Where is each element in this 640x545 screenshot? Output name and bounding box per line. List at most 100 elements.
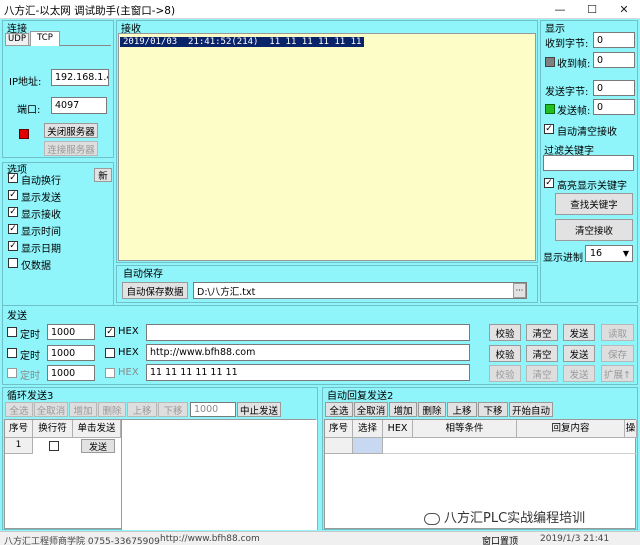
receive-textarea[interactable]: 2019/01/03 21:41:52(214) 11 11 11 11 11 … [118,33,536,261]
reply-row-select-cell[interactable] [353,438,383,454]
clear-button-2[interactable]: 清空 [526,345,558,362]
save-button[interactable]: 保存 [601,345,634,362]
receive-line[interactable]: 2019/01/03 21:41:52(214) 11 11 11 11 11 … [120,37,365,47]
status-bar: 八方汇工程师商学院 0755-33675909 http://www.bfh88… [0,531,640,545]
autosave-data-button[interactable]: 自动保存数据 [122,282,188,299]
loop-grid: 序号 换行符 单击发送 1 发送 [4,419,317,530]
tab-udp[interactable]: UDP [5,33,29,46]
highlight-checkbox[interactable]: ✓ [544,178,554,188]
connect-server-button[interactable]: 连接服务器 [44,141,98,156]
send-button-1[interactable]: 发送 [563,324,595,341]
loop-delete-button[interactable]: 删除 [98,402,126,417]
browse-button[interactable]: ··· [513,283,526,298]
timed-label-1: 定时 [20,330,40,341]
send-title: 发送 [7,311,27,322]
loop-row-index: 1 [5,438,33,454]
reply-move-down-button[interactable]: 下移 [478,402,508,417]
check-icon: ✓ [545,178,553,188]
display-panel: 显示 收到字节: 0 收到帧: 0 发送字节: 0 发送帧: 0 ✓ 自动清空接… [540,20,638,303]
send-text-1[interactable] [146,324,470,341]
highlight-label: 高亮显示关键字 [557,181,627,192]
auto-reply-title: 自动回复发送2 [327,391,394,402]
reply-delete-button[interactable]: 删除 [418,402,446,417]
minimize-button[interactable]: — [544,0,576,19]
reply-move-up-button[interactable]: 上移 [447,402,477,417]
loop-move-down-button[interactable]: 下移 [158,402,188,417]
wechat-icon [424,512,440,525]
interval-input-2[interactable]: 1000 [47,345,95,361]
reply-select-all-button[interactable]: 全选 [325,402,353,417]
check-button-1[interactable]: 校验 [489,324,521,341]
interval-input-1[interactable]: 1000 [47,324,95,340]
reply-deselect-all-button[interactable]: 全取消 [354,402,388,417]
timed-checkbox-1[interactable] [7,327,17,337]
col-action: 操 [625,420,637,438]
port-input[interactable]: 4097 [51,97,107,114]
timed-checkbox-2[interactable] [7,348,17,358]
send-button-2[interactable]: 发送 [563,345,595,362]
send-button-3[interactable]: 发送 [563,365,595,382]
option-checkbox-data-only[interactable] [8,258,18,268]
clear-receive-button[interactable]: 清空接收 [555,219,633,241]
radix-select[interactable]: 16 ▼ [585,245,633,262]
recv-bytes-value: 0 [593,32,635,48]
filter-input[interactable] [543,155,634,171]
loop-interval-input[interactable]: 1000 [190,402,236,417]
loop-row-send-button[interactable]: 发送 [81,439,115,453]
loop-add-button[interactable]: 增加 [69,402,97,417]
option-checkbox-show-date[interactable]: ✓ [8,241,18,251]
radix-label: 显示进制 [543,253,583,264]
auto-clear-checkbox[interactable]: ✓ [544,124,554,134]
option-checkbox-show-recv[interactable]: ✓ [8,207,18,217]
send-frame-indicator [545,104,555,114]
stop-send-button[interactable]: 中止发送 [237,402,281,417]
check-icon: ✓ [9,224,17,234]
clear-button-1[interactable]: 清空 [526,324,558,341]
tab-tcp[interactable]: TCP [30,31,60,46]
status-url[interactable]: http://www.bfh88.com [160,534,260,544]
autosave-title: 自动保存 [123,269,163,280]
ip-input[interactable]: 192.168.1.4 [51,69,109,86]
loop-select-all-button[interactable]: 全选 [5,402,33,417]
find-keyword-button[interactable]: 查找关键字 [555,193,633,215]
timed-checkbox-3[interactable] [7,368,17,378]
hex-checkbox-3[interactable] [105,368,115,378]
hex-checkbox-2[interactable] [105,348,115,358]
reply-row[interactable] [383,438,637,454]
interval-input-3[interactable]: 1000 [47,365,95,381]
hex-checkbox-1[interactable]: ✓ [105,327,115,337]
check-button-3[interactable]: 校验 [489,365,521,382]
loop-newline-checkbox[interactable] [49,441,59,451]
col-index: 序号 [5,420,33,438]
send-text-2[interactable]: http://www.bfh88.com [146,344,470,361]
option-checkbox-wrap[interactable]: ✓ [8,173,18,183]
col-select: 选择 [353,420,383,438]
receive-panel: 接收 2019/01/03 21:41:52(214) 11 11 11 11 … [116,20,538,263]
clear-button-3[interactable]: 清空 [526,365,558,382]
option-checkbox-show-send[interactable]: ✓ [8,190,18,200]
recv-frame-indicator [545,57,555,67]
close-server-button[interactable]: 关闭服务器 [44,123,98,138]
option-checkbox-show-time[interactable]: ✓ [8,224,18,234]
read-button[interactable]: 读取 [601,324,634,341]
send-text-3[interactable]: 11 11 11 11 11 11 [146,364,470,381]
loop-deselect-all-button[interactable]: 全取消 [34,402,68,417]
check-button-2[interactable]: 校验 [489,345,521,362]
autosave-panel: 自动保存 自动保存数据 D:\八方汇.txt ··· [116,265,538,303]
maximize-button[interactable]: ☐ [576,0,608,19]
autosave-path-input[interactable]: D:\八方汇.txt [193,282,527,299]
send-panel: 发送 定时 1000 ✓ HEX 校验 清空 发送 读取 定时 1000 HEX… [2,305,638,385]
start-auto-button[interactable]: 开始自动 [509,402,553,417]
window-topmost-button[interactable]: 窗口置顶 [482,534,518,545]
window-title: 八方汇-以太网 调试助手(主窗口->8) [4,5,176,17]
check-icon: ✓ [106,327,114,337]
col-click-send: 单击发送 [73,420,121,438]
col-hex: HEX [383,420,413,438]
loop-move-up-button[interactable]: 上移 [127,402,157,417]
expand-button[interactable]: 扩展↑ [601,365,634,382]
reply-add-button[interactable]: 增加 [389,402,417,417]
display-title: 显示 [545,24,565,35]
close-button[interactable]: ✕ [608,0,640,19]
check-icon: ✓ [9,207,17,217]
new-button[interactable]: 新 [94,168,112,182]
